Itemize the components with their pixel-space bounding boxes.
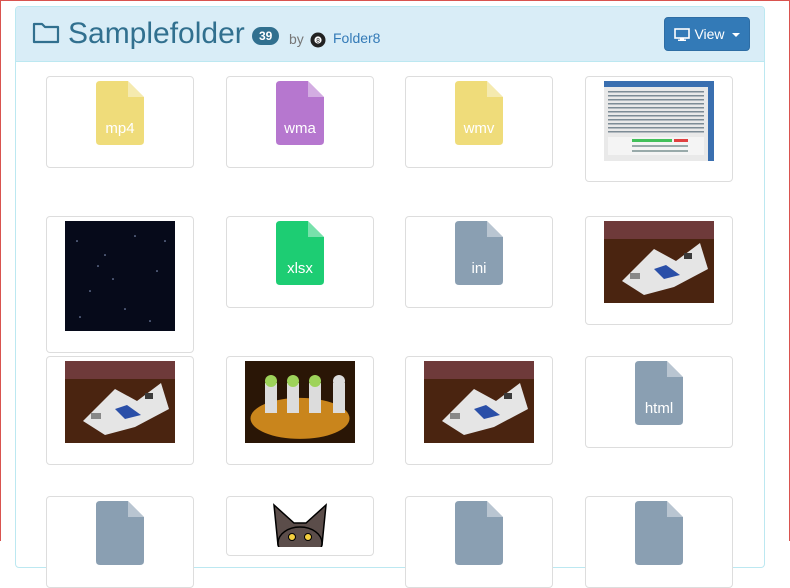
file-tile-image[interactable]: [46, 216, 194, 353]
file-wma-icon: wma: [276, 81, 324, 145]
file-tile-generic[interactable]: [405, 496, 553, 588]
lego-minifigures-thumbnail: [245, 361, 355, 448]
file-tile-image[interactable]: [226, 496, 374, 560]
file-tile-image[interactable]: [405, 356, 553, 465]
file-tile-image[interactable]: [585, 76, 733, 182]
lego-spaceship-thumbnail: [424, 361, 534, 448]
file-generic-icon: [96, 501, 144, 565]
file-extension-label: html: [644, 400, 674, 417]
file-html-icon: html: [635, 361, 683, 425]
file-ini-icon: ini: [455, 221, 503, 285]
file-tile-wmv[interactable]: wmv: [405, 76, 553, 168]
file-generic-icon: [635, 501, 683, 565]
file-tile-generic[interactable]: [46, 496, 194, 588]
view-button-label: View: [694, 26, 725, 42]
file-tile-generic[interactable]: [585, 496, 733, 588]
file-tile-mp4[interactable]: mp4: [46, 76, 194, 168]
owner-avatar-icon: 8: [310, 32, 326, 48]
lego-spaceship-thumbnail: [604, 221, 714, 308]
file-tile-ini[interactable]: ini: [405, 216, 553, 308]
screenshot-thumbnail: [604, 81, 714, 166]
folder-icon: [32, 22, 60, 44]
file-extension-label: wmv: [463, 120, 495, 137]
cat-avatar-thumbnail: [270, 501, 330, 560]
by-label: by: [289, 31, 304, 47]
owner-link[interactable]: Folder8: [333, 30, 380, 46]
file-tile-image[interactable]: [46, 356, 194, 465]
file-xlsx-icon: xlsx: [276, 221, 324, 285]
file-tile-xlsx[interactable]: xlsx: [226, 216, 374, 308]
folder-title: Samplefolder: [68, 17, 245, 50]
lego-spaceship-thumbnail: [65, 361, 175, 448]
file-tile-wma[interactable]: wma: [226, 76, 374, 168]
dark-starfield-thumbnail: [65, 221, 175, 336]
caret-down-icon: [731, 33, 740, 37]
file-extension-label: xlsx: [287, 260, 313, 277]
file-tile-image[interactable]: [226, 356, 374, 465]
file-extension-label: wma: [284, 120, 316, 137]
panel-heading: Samplefolder 39 by 8 Folder8 View: [16, 7, 764, 62]
svg-text:8: 8: [316, 38, 320, 45]
item-count-badge: 39: [252, 27, 280, 45]
file-extension-label: ini: [471, 260, 487, 277]
file-mp4-icon: mp4: [96, 81, 144, 145]
monitor-icon: [674, 27, 691, 41]
view-dropdown-button[interactable]: View: [664, 17, 750, 51]
file-generic-icon: [455, 501, 503, 565]
file-tile-image[interactable]: [585, 216, 733, 325]
file-tile-html[interactable]: html: [585, 356, 733, 448]
file-extension-label: mp4: [105, 120, 135, 137]
file-wmv-icon: wmv: [455, 81, 503, 145]
